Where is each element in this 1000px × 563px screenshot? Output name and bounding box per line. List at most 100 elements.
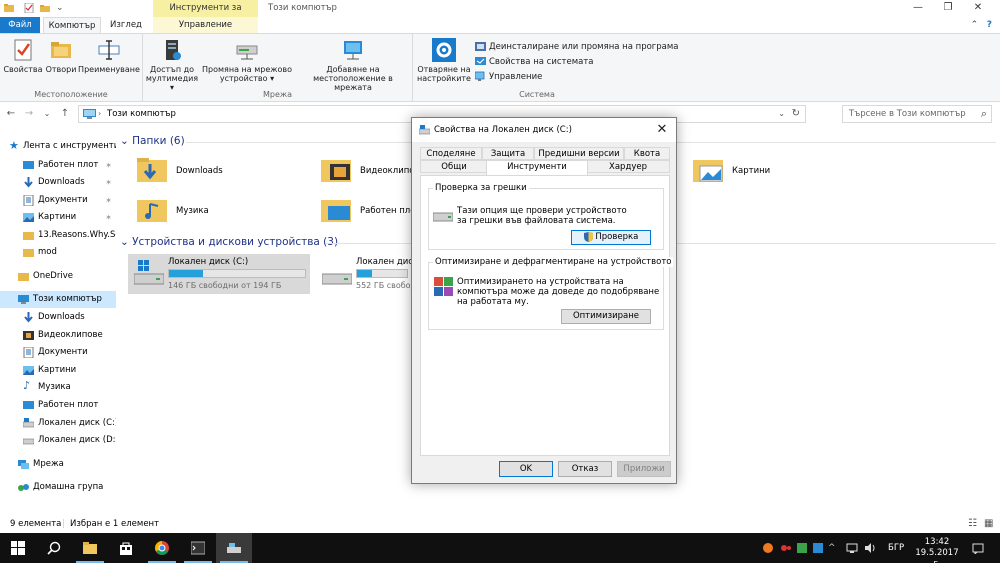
help-icon[interactable]: ? xyxy=(987,20,992,30)
tab-file[interactable]: Файл xyxy=(0,17,40,33)
folder-downloads[interactable]: Downloads xyxy=(136,154,316,190)
open-button[interactable]: Отвори xyxy=(44,38,78,74)
nav-item-videos[interactable]: Видеоклипове xyxy=(0,327,116,344)
close-button[interactable]: ✕ xyxy=(963,0,993,17)
clock[interactable]: 13:42 19.5.2017 г. xyxy=(912,537,962,563)
nav-item-folder[interactable]: 13.Reasons.Why.Sea xyxy=(0,227,116,244)
tab-sharing[interactable]: Споделяне xyxy=(420,147,482,160)
drive-d-tile[interactable]: Локален диск 552 ГБ свободни xyxy=(316,254,427,294)
search-icon xyxy=(47,541,61,555)
nav-item-music[interactable]: ♪ Музика xyxy=(0,379,116,396)
tab-previous-versions[interactable]: Предишни версии xyxy=(534,147,624,160)
nav-item-desktop[interactable]: Работен плот ✶ xyxy=(0,157,116,174)
item-count: 9 елемента xyxy=(10,519,62,529)
nav-item-drive-c[interactable]: Локален диск (C:) xyxy=(0,415,116,432)
cancel-button[interactable]: Отказ xyxy=(558,461,612,477)
back-button[interactable]: ← xyxy=(4,106,18,122)
minimize-button[interactable]: — xyxy=(903,0,933,17)
manage-button[interactable]: Управление xyxy=(475,70,542,84)
drive-usage-bar xyxy=(356,269,408,278)
windows-logo-icon xyxy=(11,541,25,555)
nav-this-pc[interactable]: Този компютър xyxy=(0,291,116,308)
programs-icon xyxy=(475,42,486,51)
properties-button[interactable]: Свойства xyxy=(2,38,44,74)
add-network-location-button[interactable]: Добавяне на местоположение в мрежата xyxy=(295,38,411,92)
tray-blue-app-icon[interactable] xyxy=(812,542,824,554)
star-icon: ★ xyxy=(9,139,19,152)
apply-button[interactable]: Приложи xyxy=(617,461,671,477)
tab-computer[interactable]: Компютър xyxy=(43,17,101,33)
new-folder-icon[interactable] xyxy=(40,3,50,13)
nav-network[interactable]: Мрежа xyxy=(0,456,116,473)
refresh-icon[interactable]: ↻ xyxy=(792,106,800,122)
tray-orange-app-icon[interactable] xyxy=(762,542,774,554)
taskbar-store[interactable] xyxy=(108,533,144,563)
qa-dropdown-icon[interactable]: ⌄ xyxy=(56,0,66,13)
address-dropdown-icon[interactable]: ⌄ xyxy=(778,106,785,122)
check-button[interactable]: Проверка xyxy=(571,230,651,245)
rename-button[interactable]: Преименуване xyxy=(78,38,140,74)
collapse-ribbon-icon[interactable]: ⌃ xyxy=(971,20,979,30)
uninstall-program-button[interactable]: Деинсталиране или промяна на програма xyxy=(475,40,678,54)
tab-security[interactable]: Защита xyxy=(482,147,534,160)
ribbon-group-label: Местоположение xyxy=(34,90,108,99)
tab-quota[interactable]: Квота xyxy=(624,147,670,160)
volume-icon[interactable] xyxy=(864,542,876,554)
nav-item-documents[interactable]: Документи ✶ xyxy=(0,192,116,209)
map-network-drive-button[interactable]: Промяна на мрежово устройство ▾ xyxy=(201,38,293,83)
folder-pictures[interactable]: Картини xyxy=(692,154,872,190)
forward-button[interactable]: → xyxy=(22,106,36,122)
drive-c-tile[interactable]: Локален диск (C:) 146 ГБ свободни от 194… xyxy=(128,254,310,294)
media-access-button[interactable]: Достъп до мултимедия ▾ xyxy=(145,38,199,92)
recent-locations-button[interactable]: ⌄ xyxy=(40,106,54,122)
taskbar-chrome[interactable] xyxy=(144,533,180,563)
network-tray-icon[interactable] xyxy=(846,542,858,554)
nav-item-pictures[interactable]: Картини ✶ xyxy=(0,209,116,226)
maximize-button[interactable]: ❐ xyxy=(933,0,963,17)
optimize-button[interactable]: Оптимизиране xyxy=(561,309,651,324)
tab-hardware[interactable]: Хардуер xyxy=(586,160,670,173)
folder-videos[interactable]: Видеоклипове xyxy=(320,154,425,190)
tiles-view-icon[interactable]: ▦ xyxy=(984,515,993,533)
ok-button[interactable]: OK xyxy=(499,461,553,477)
nav-item-documents[interactable]: Документи xyxy=(0,344,116,361)
nav-item-folder[interactable]: mod xyxy=(0,244,116,261)
start-button[interactable] xyxy=(0,533,36,563)
open-settings-button[interactable]: Отваряне на настройките xyxy=(415,38,473,83)
folder-desktop[interactable]: Работен плот xyxy=(320,194,420,230)
tab-general[interactable]: Общи xyxy=(420,160,488,173)
breadcrumb-chevron-icon[interactable]: › xyxy=(98,106,101,122)
taskbar-disk-properties[interactable] xyxy=(216,533,252,563)
details-view-icon[interactable]: ☷ xyxy=(968,515,977,533)
folders-section-header[interactable]: ⌄ Папки (6) xyxy=(120,135,185,147)
up-button[interactable]: ↑ xyxy=(58,106,72,122)
nav-item-downloads[interactable]: Downloads ✶ xyxy=(0,174,116,191)
nav-homegroup[interactable]: Домашна група xyxy=(0,479,116,496)
search-button[interactable] xyxy=(36,533,72,563)
nav-item-pictures[interactable]: Картини xyxy=(0,362,116,379)
tray-red-app-icon[interactable] xyxy=(780,542,792,554)
nav-onedrive[interactable]: OneDrive xyxy=(0,268,116,285)
dialog-close-button[interactable]: ✕ xyxy=(652,120,672,140)
search-input[interactable]: Търсене в Този компютър ⌕ xyxy=(842,105,992,123)
devices-section-header[interactable]: ⌄ Устройства и дискови устройства (3) xyxy=(120,236,338,248)
nav-item-desktop[interactable]: Работен плот xyxy=(0,397,116,414)
nav-quick-access[interactable]: ★ Лента с инструменти xyxy=(0,138,116,155)
taskbar-file-explorer[interactable] xyxy=(72,533,108,563)
taskbar-terminal[interactable] xyxy=(180,533,216,563)
folder-music[interactable]: Музика xyxy=(136,194,316,230)
properties-icon[interactable] xyxy=(24,3,34,13)
music-note-icon: ♪ xyxy=(23,379,31,392)
nav-item-downloads[interactable]: Downloads xyxy=(0,309,116,326)
ribbon: Свойства Отвори Преименуване Местоположе… xyxy=(0,33,1000,102)
input-language-indicator[interactable]: БГР xyxy=(888,533,904,563)
notifications-icon[interactable] xyxy=(972,542,984,554)
show-hidden-icons-icon[interactable]: ^ xyxy=(828,542,840,554)
tray-green-app-icon[interactable] xyxy=(796,542,808,554)
tab-view[interactable]: Изглед xyxy=(103,17,149,33)
tab-tools[interactable]: Инструменти xyxy=(486,160,588,175)
system-properties-button[interactable]: Свойства на системата xyxy=(475,55,594,69)
tab-manage[interactable]: Управление xyxy=(153,17,258,33)
search-placeholder: Търсене в Този компютър xyxy=(849,109,966,119)
nav-item-drive-d[interactable]: Локален диск (D:) xyxy=(0,432,116,449)
